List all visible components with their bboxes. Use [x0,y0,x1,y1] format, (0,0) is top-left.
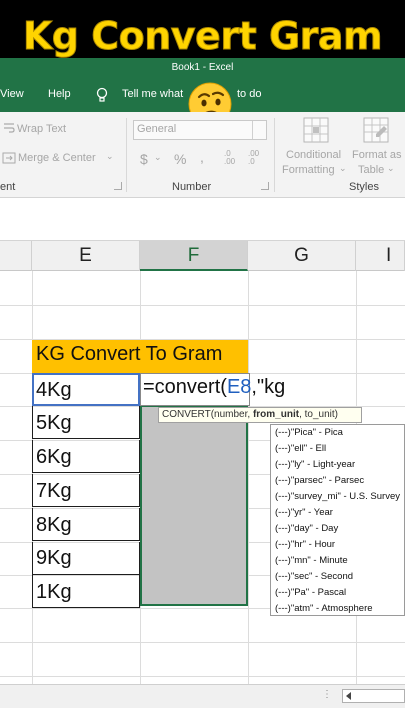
table-dropdown-icon[interactable]: ⌄ [387,163,395,174]
gridline [0,305,405,306]
autocomplete-item[interactable]: (---)"mn" - Minute [275,553,348,569]
merge-dropdown-icon[interactable]: ⌄ [106,151,114,162]
autocomplete-item[interactable]: (---)"atm" - Atmosphere [275,601,373,615]
formula-reference: E8 [226,376,252,398]
autocomplete-item[interactable]: (---)"Pa" - Pascal [275,585,346,601]
column-header-g[interactable]: G [248,241,356,271]
tooltip-current-arg: from_unit [252,409,300,420]
chevron-down-icon[interactable] [252,121,266,139]
tooltip-fn: CONVERT(number, [162,409,253,420]
conditional-formatting-button[interactable]: Conditional [286,149,341,161]
autocomplete-item[interactable]: (---)"sec" - Second [275,569,353,585]
currency-button[interactable]: $ [140,151,148,167]
splitter-handle-icon[interactable]: ⋮ [322,689,332,700]
cell-value: 6Kg [36,446,72,468]
percent-button[interactable]: % [174,151,186,167]
tell-me-search[interactable]: Tell me what [122,88,183,100]
cell-value: 8Kg [36,514,72,536]
comma-button[interactable]: , [200,149,204,165]
horizontal-scrollbar[interactable] [342,689,405,703]
conditional-formatting-button-line2[interactable]: Formatting [282,164,335,176]
autocomplete-item[interactable]: (---)"ell" - Ell [275,441,326,457]
cell-value: 1Kg [36,581,72,603]
gridline [0,676,405,677]
tab-help[interactable]: Help [48,88,71,100]
currency-dropdown-icon[interactable]: ⌄ [154,152,162,163]
number-group-label: Number [172,181,212,193]
cell-formula-text[interactable]: =convert(E8,"kg [143,376,285,399]
increase-decimal-button[interactable]: .0 .00 [224,150,242,166]
ribbon-separator [126,118,127,192]
format-as-table-button[interactable]: Format as [352,149,402,161]
autocomplete-item[interactable]: (---)"day" - Day [275,521,338,537]
autocomplete-item[interactable]: (---)"parsec" - Parsec [275,473,364,489]
table-header-text: KG Convert To Gram [36,343,223,365]
ribbon-separator [274,118,275,192]
number-launcher-icon[interactable] [261,182,269,190]
gridline [0,642,405,643]
formula-prefix: =convert( [143,376,227,398]
function-signature-tooltip[interactable]: CONVERT(number, from_unit, to_unit) [158,407,362,423]
column-header-e[interactable]: E [32,241,140,271]
column-header-row: E F G I [0,241,405,271]
tab-view[interactable]: View [0,88,24,100]
autocomplete-item[interactable]: (---)"survey_mi" - U.S. Survey [275,489,400,505]
formula-bar-area [0,199,405,241]
merge-center-button[interactable]: Merge & Center [18,152,96,164]
autocomplete-item[interactable]: (---)"hr" - Hour [275,537,335,553]
video-title-banner: Kg Convert Gram [0,0,405,59]
bulb-icon [96,87,108,102]
styles-group-label: Styles [349,181,379,193]
cell-value: 4Kg [36,379,72,401]
autocomplete-list: (---)"Pica" - Pica (---)"ell" - Ell (---… [270,424,405,616]
number-format-value: General [137,123,177,135]
excel-title-bar: Book1 - Excel [0,58,405,78]
tooltip-rest: , to_unit) [299,409,338,420]
autocomplete-item[interactable]: (---)"ly" - Light-year [275,457,355,473]
autocomplete-item[interactable]: (---)"Pica" - Pica [275,425,343,441]
gridline [248,271,249,691]
workbook-title: Book1 - Excel [171,62,234,73]
autocomplete-item[interactable]: (---)"yr" - Year [275,505,333,521]
merge-center-icon [2,152,16,164]
bottom-strip [0,708,405,720]
wrap-text-icon [4,123,15,133]
wrap-text-button[interactable]: Wrap Text [17,123,66,135]
tell-me-search-end[interactable]: to do [237,88,261,100]
column-header-i[interactable]: I [356,241,405,271]
cell-value: 7Kg [36,480,72,502]
alignment-group-label: ent [0,181,16,193]
column-header-f[interactable]: F [140,241,248,271]
conditional-formatting-icon [303,117,329,143]
format-as-table-icon [363,117,389,143]
column-header-spacer [0,241,32,271]
scroll-left-arrow-icon[interactable] [346,692,351,700]
formula-suffix: ,"kg [251,376,286,398]
alignment-launcher-icon[interactable] [114,182,122,190]
format-as-table-button-line2[interactable]: Table [358,164,384,176]
decrease-decimal-button[interactable]: .00 .0 [248,150,266,166]
banner-title: Kg Convert Gram [22,14,383,59]
selected-range-f9-f14[interactable] [140,406,248,606]
cell-value: 5Kg [36,412,72,434]
cell-value: 9Kg [36,547,72,569]
conditional-dropdown-icon[interactable]: ⌄ [339,163,347,174]
